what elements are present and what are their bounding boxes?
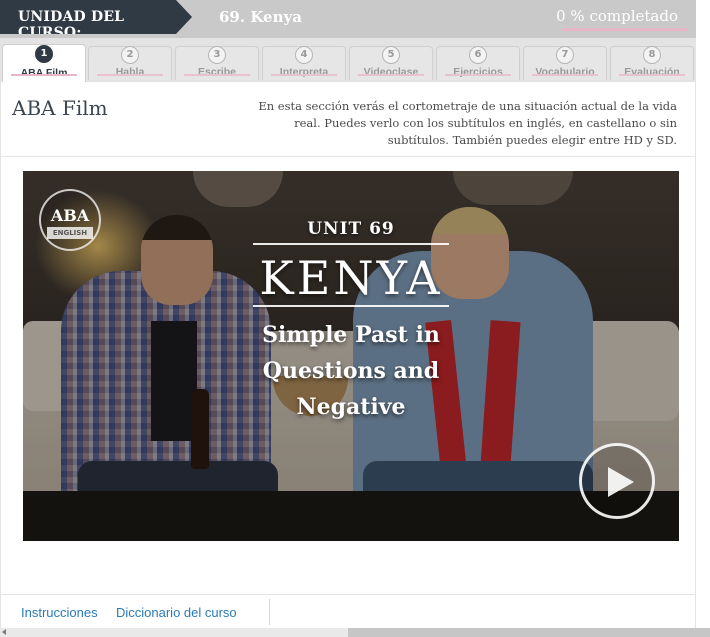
scrollbar-thumb[interactable] — [348, 628, 710, 637]
overlay-subtitle-line: Negative — [296, 394, 406, 420]
tab-number: 2 — [121, 46, 139, 64]
tab-number: 6 — [469, 46, 487, 64]
tab-label: Escribe — [198, 66, 236, 78]
tab-underline — [11, 74, 77, 76]
course-dictionary-link[interactable]: Diccionario del curso — [116, 605, 237, 620]
tab-label: Vocabulario — [535, 66, 595, 78]
tab-aba-film[interactable]: 1 ABA Film — [2, 44, 86, 82]
tab-underline — [271, 74, 337, 76]
content-area: ABA ENGLISH UNIT 69 KENYA Simple Past in… — [0, 157, 696, 594]
video-player[interactable]: ABA ENGLISH UNIT 69 KENYA Simple Past in… — [23, 171, 679, 541]
tab-evaluacion[interactable]: 8 Evaluación — [610, 46, 694, 80]
tab-underline — [532, 74, 598, 76]
tab-label: Videoclase — [363, 66, 419, 78]
overlay-unit: UNIT 69 — [307, 219, 395, 239]
section-description: En esta sección verás el cortometraje de… — [258, 99, 677, 147]
overlay-subtitle-line: Questions and — [262, 358, 440, 384]
course-header: UNIDAD DEL CURSO: 69. Kenya 0 % completa… — [0, 0, 696, 38]
tab-number: 7 — [556, 46, 574, 64]
tab-interpreta[interactable]: 4 Interpreta — [262, 46, 346, 80]
tab-label: Ejercicios — [453, 66, 503, 78]
unit-label: UNIDAD DEL CURSO: — [18, 9, 125, 41]
scroll-left-icon[interactable] — [2, 629, 6, 635]
section-tabs: 1 ABA Film 2 Habla 3 Escribe 4 Interpret… — [0, 38, 696, 82]
tab-videoclase[interactable]: 5 Videoclase — [349, 46, 433, 80]
tab-number: 4 — [295, 46, 313, 64]
tab-escribe[interactable]: 3 Escribe — [175, 46, 259, 80]
progress-text: 0 % completado — [556, 7, 678, 25]
overlay-name: KENYA — [259, 251, 443, 305]
instructions-link[interactable]: Instrucciones — [21, 605, 98, 620]
tab-underline — [619, 74, 685, 76]
play-icon — [608, 467, 634, 497]
tab-label: Interpreta — [279, 66, 329, 78]
overlay-divider — [253, 243, 449, 245]
tab-label: ABA Film — [20, 67, 68, 79]
tab-label: Habla — [115, 66, 145, 78]
overlay-divider — [253, 305, 449, 307]
tab-vocabulario[interactable]: 7 Vocabulario — [523, 46, 607, 80]
tab-underline — [97, 74, 163, 76]
tab-number: 5 — [382, 46, 400, 64]
horizontal-scrollbar[interactable] — [0, 628, 710, 637]
tab-number: 1 — [35, 45, 53, 63]
section-header: ABA Film En esta sección verás el cortom… — [0, 82, 696, 157]
tab-underline — [445, 74, 511, 76]
play-button[interactable] — [579, 443, 655, 519]
unit-label-tag: UNIDAD DEL CURSO: — [0, 0, 192, 34]
footer-divider — [269, 599, 270, 625]
unit-title: 69. Kenya — [219, 8, 302, 26]
overlay-subtitle: Simple Past in Questions and Negative — [23, 317, 679, 425]
tab-ejercicios[interactable]: 6 Ejercicios — [436, 46, 520, 80]
tab-underline — [184, 74, 250, 76]
tab-habla[interactable]: 2 Habla — [88, 46, 172, 80]
tab-label: Evaluación — [624, 66, 680, 78]
tab-number: 3 — [208, 46, 226, 64]
progress-bar — [562, 28, 688, 31]
footer-links: Instrucciones Diccionario del curso — [0, 594, 696, 628]
section-title: ABA Film — [12, 96, 108, 120]
tab-number: 8 — [643, 46, 661, 64]
tab-underline — [358, 74, 424, 76]
right-gutter — [696, 0, 710, 628]
overlay-subtitle-line: Simple Past in — [262, 322, 440, 348]
